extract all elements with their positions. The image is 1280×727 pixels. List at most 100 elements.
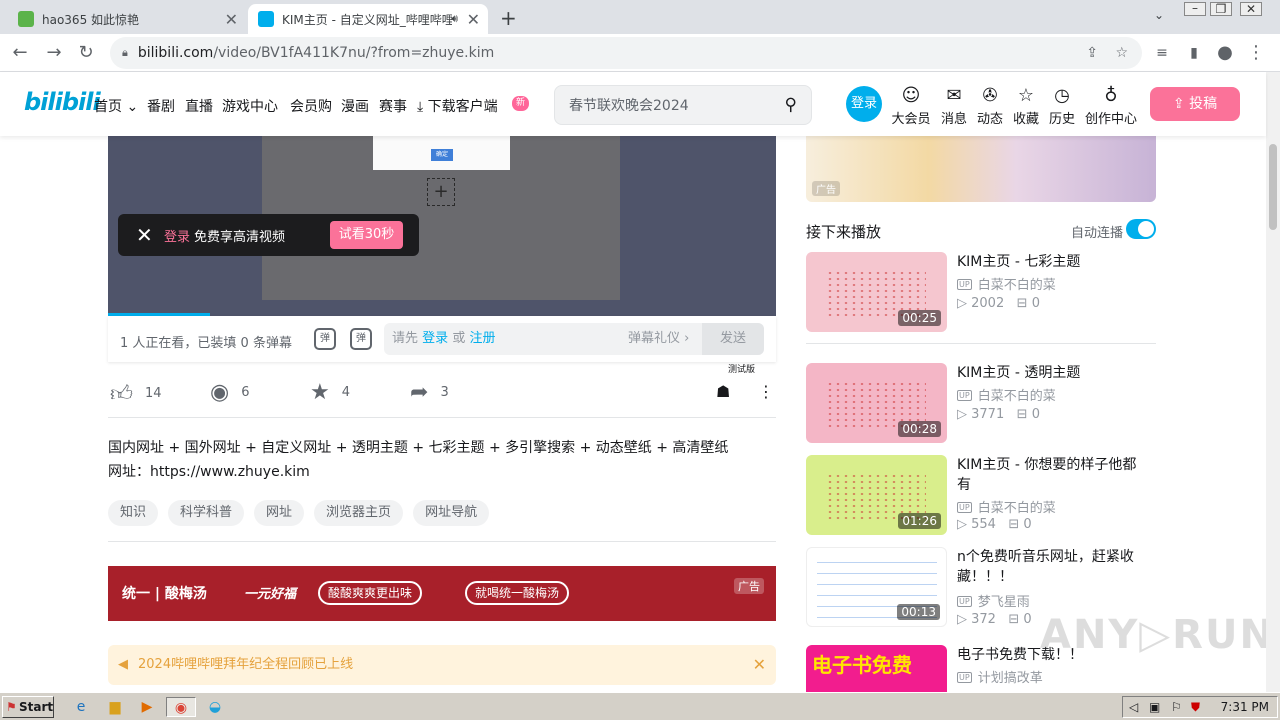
danmaku-toggle-icon[interactable]: 弹 [314,328,336,350]
shield-icon[interactable]: ⛊ [1191,700,1200,715]
tab-search-icon[interactable]: ⌄ [1154,8,1164,22]
uploader[interactable]: UP 白菜不白的菜 [957,497,1056,516]
close-tab-icon[interactable]: ✕ [467,10,480,29]
share-button[interactable]: ➦ 3 [410,380,449,405]
autoplay-toggle[interactable] [1126,219,1156,239]
search-icon[interactable]: ⚲ [785,95,797,115]
video-title[interactable]: n个免费听音乐网址，赶紧收藏！！！ [957,547,1147,587]
dm-login-link[interactable]: 登录 [422,331,448,346]
page-scrollbar[interactable] [1266,72,1280,692]
uploader[interactable]: UP 计划搞改革 [957,667,1043,686]
video-thumbnail[interactable]: 01:26 [806,455,947,535]
back-icon[interactable]: ← [8,41,32,65]
video-thumbnail[interactable]: 00:28 [806,363,947,443]
restore-button[interactable]: ❐ [1210,2,1232,16]
duration-badge: 01:26 [898,513,941,529]
favorites-button[interactable]: ☆ 收藏 [1006,86,1046,128]
notice-text[interactable]: 2024哔哩哔哩拜年纪全程回顾已上线 [138,657,353,672]
flag-icon[interactable]: ⚐ [1171,700,1182,714]
danmaku-settings-icon[interactable]: 弹 [350,328,372,350]
coin-button[interactable]: ◉ 6 [210,380,249,405]
ad-brand2: 一元好福 [244,587,297,602]
media-player-icon[interactable]: ▶ [136,697,158,717]
tag-item[interactable]: 网址导航 [413,500,490,526]
nav-anime[interactable]: 番剧 [147,96,175,116]
tag-item[interactable]: 网址 [254,500,305,526]
volume-icon[interactable]: ◁ [1129,700,1138,714]
messages-button[interactable]: ✉ 消息 [934,86,974,128]
like-button[interactable]: 👍︎ 14 [110,380,162,407]
chrome-icon[interactable]: ◉ [166,697,196,717]
ad-banner[interactable]: 统一 | 酸梅汤 一元好福 酸酸爽爽更出味 就喝统一酸梅汤 广告 [108,566,776,621]
recommend-card[interactable]: 00:25 KIM主页 - 七彩主题 UP 白菜不白的菜 ▷ 2002 ⊟ 0 [806,252,1156,334]
right-top-ad[interactable]: 广告 [806,136,1156,202]
ad-label: 广告 [734,578,764,594]
video-title[interactable]: KIM主页 - 透明主题 [957,363,1147,383]
tag-item[interactable]: 知识 [108,500,159,526]
try-30s-button[interactable]: 试看30秒 [330,221,403,249]
sidepanel-icon[interactable]: ▮ [1182,41,1206,65]
uploader[interactable]: UP 梦飞星雨 [957,591,1030,610]
send-button[interactable]: 发送 [702,323,764,355]
dynamics-button[interactable]: ✇ 动态 [970,86,1010,128]
nav-download-client[interactable]: ⤓ 下载客户端 [417,96,498,116]
profile-icon[interactable]: ● [1213,41,1237,65]
forward-icon[interactable]: → [42,41,66,65]
robot-icon[interactable]: ☗ [716,382,730,401]
minimize-button[interactable]: – [1184,2,1206,16]
chevron-down-icon: ⌄ [126,99,139,115]
video-thumbnail[interactable]: 电子书免费 [806,645,947,692]
share-icon[interactable]: ⇪ [1086,45,1098,61]
danmaku-etiquette-link[interactable]: 弹幕礼仪 › [628,323,689,355]
menu-icon[interactable]: ⋮ [1244,41,1268,65]
login-avatar-button[interactable]: 登录 [846,86,882,122]
nav-game-center[interactable]: 游戏中心 [222,96,278,116]
video-title[interactable]: KIM主页 - 你想要的样子他都有 [957,455,1147,495]
recommend-card[interactable]: 00:28 KIM主页 - 透明主题 UP 白菜不白的菜 ▷ 3771 ⊟ 0 [806,363,1156,445]
edge-icon[interactable]: ◒ [204,697,226,717]
close-icon[interactable]: ✕ [136,223,154,247]
scrollbar-thumb[interactable] [1269,144,1277,230]
nav-mall[interactable]: 会员购 [290,96,332,116]
history-button[interactable]: ◷ 历史 [1042,86,1082,128]
bookmark-star-icon[interactable]: ☆ [1115,45,1128,61]
nav-esports[interactable]: 赛事 [379,96,407,116]
tag-item[interactable]: 浏览器主页 [314,500,404,526]
nav-live[interactable]: 直播 [185,96,213,116]
dm-register-link[interactable]: 注册 [469,331,495,346]
danmaku-icon: ⊟ [1008,612,1020,627]
tag-item[interactable]: 科学科普 [168,500,245,526]
video-title[interactable]: KIM主页 - 七彩主题 [957,252,1147,272]
uploader[interactable]: UP 白菜不白的菜 [957,274,1056,293]
bilibili-logo[interactable]: bilibili [24,88,101,116]
video-thumbnail[interactable]: 00:25 [806,252,947,332]
more-icon[interactable]: ⋮ [758,382,774,401]
close-window-button[interactable]: ✕ [1240,2,1262,16]
vip-button[interactable]: ☺ 大会员 [891,86,931,128]
start-button[interactable]: ⚑ Start [2,696,54,718]
banner-login-link[interactable]: 登录 [164,226,190,245]
creator-center-button[interactable]: ♁ 创作中心 [1084,86,1138,128]
close-icon[interactable]: ✕ [753,645,766,685]
recommend-card[interactable]: 01:26 KIM主页 - 你想要的样子他都有 UP 白菜不白的菜 ▷ 554 ⊟… [806,455,1156,537]
close-tab-icon[interactable]: ✕ [225,10,238,29]
folder-icon[interactable]: ▆ [104,697,126,717]
favorite-button[interactable]: ★ 4 [310,380,350,405]
nav-home[interactable]: 首页 ⌄ [94,96,138,116]
network-icon[interactable]: ▣ [1149,700,1160,714]
tab-bilibili[interactable]: KIM主页 - 自定义网址_哔哩哔哩 🔊︎ ✕ [248,4,488,34]
new-tab-button[interactable]: + [500,6,517,30]
video-thumbnail[interactable]: 00:13 [806,547,947,627]
play-icon: ▷ [957,612,967,627]
danmaku-input[interactable]: 请先 登录 或 注册 弹幕礼仪 › 发送 [384,323,764,355]
tab-hao365[interactable]: hao365 如此惊艳 ✕ [8,4,246,34]
nav-manga[interactable]: 漫画 [341,96,369,116]
upload-button[interactable]: ⇪ 投稿 [1150,87,1240,121]
reload-icon[interactable]: ↻ [74,41,98,65]
address-bar[interactable]: 🔒︎ bilibili.com /video/BV1fA411K7nu/?fro… [110,37,1142,69]
search-input[interactable]: 春节联欢晚会2024 ⚲ [554,85,812,125]
audio-icon[interactable]: 🔊︎ [451,12,458,26]
ie-icon[interactable]: e [70,697,92,717]
uploader[interactable]: UP 白菜不白的菜 [957,385,1056,404]
media-icon[interactable]: ≡ [1150,41,1174,65]
